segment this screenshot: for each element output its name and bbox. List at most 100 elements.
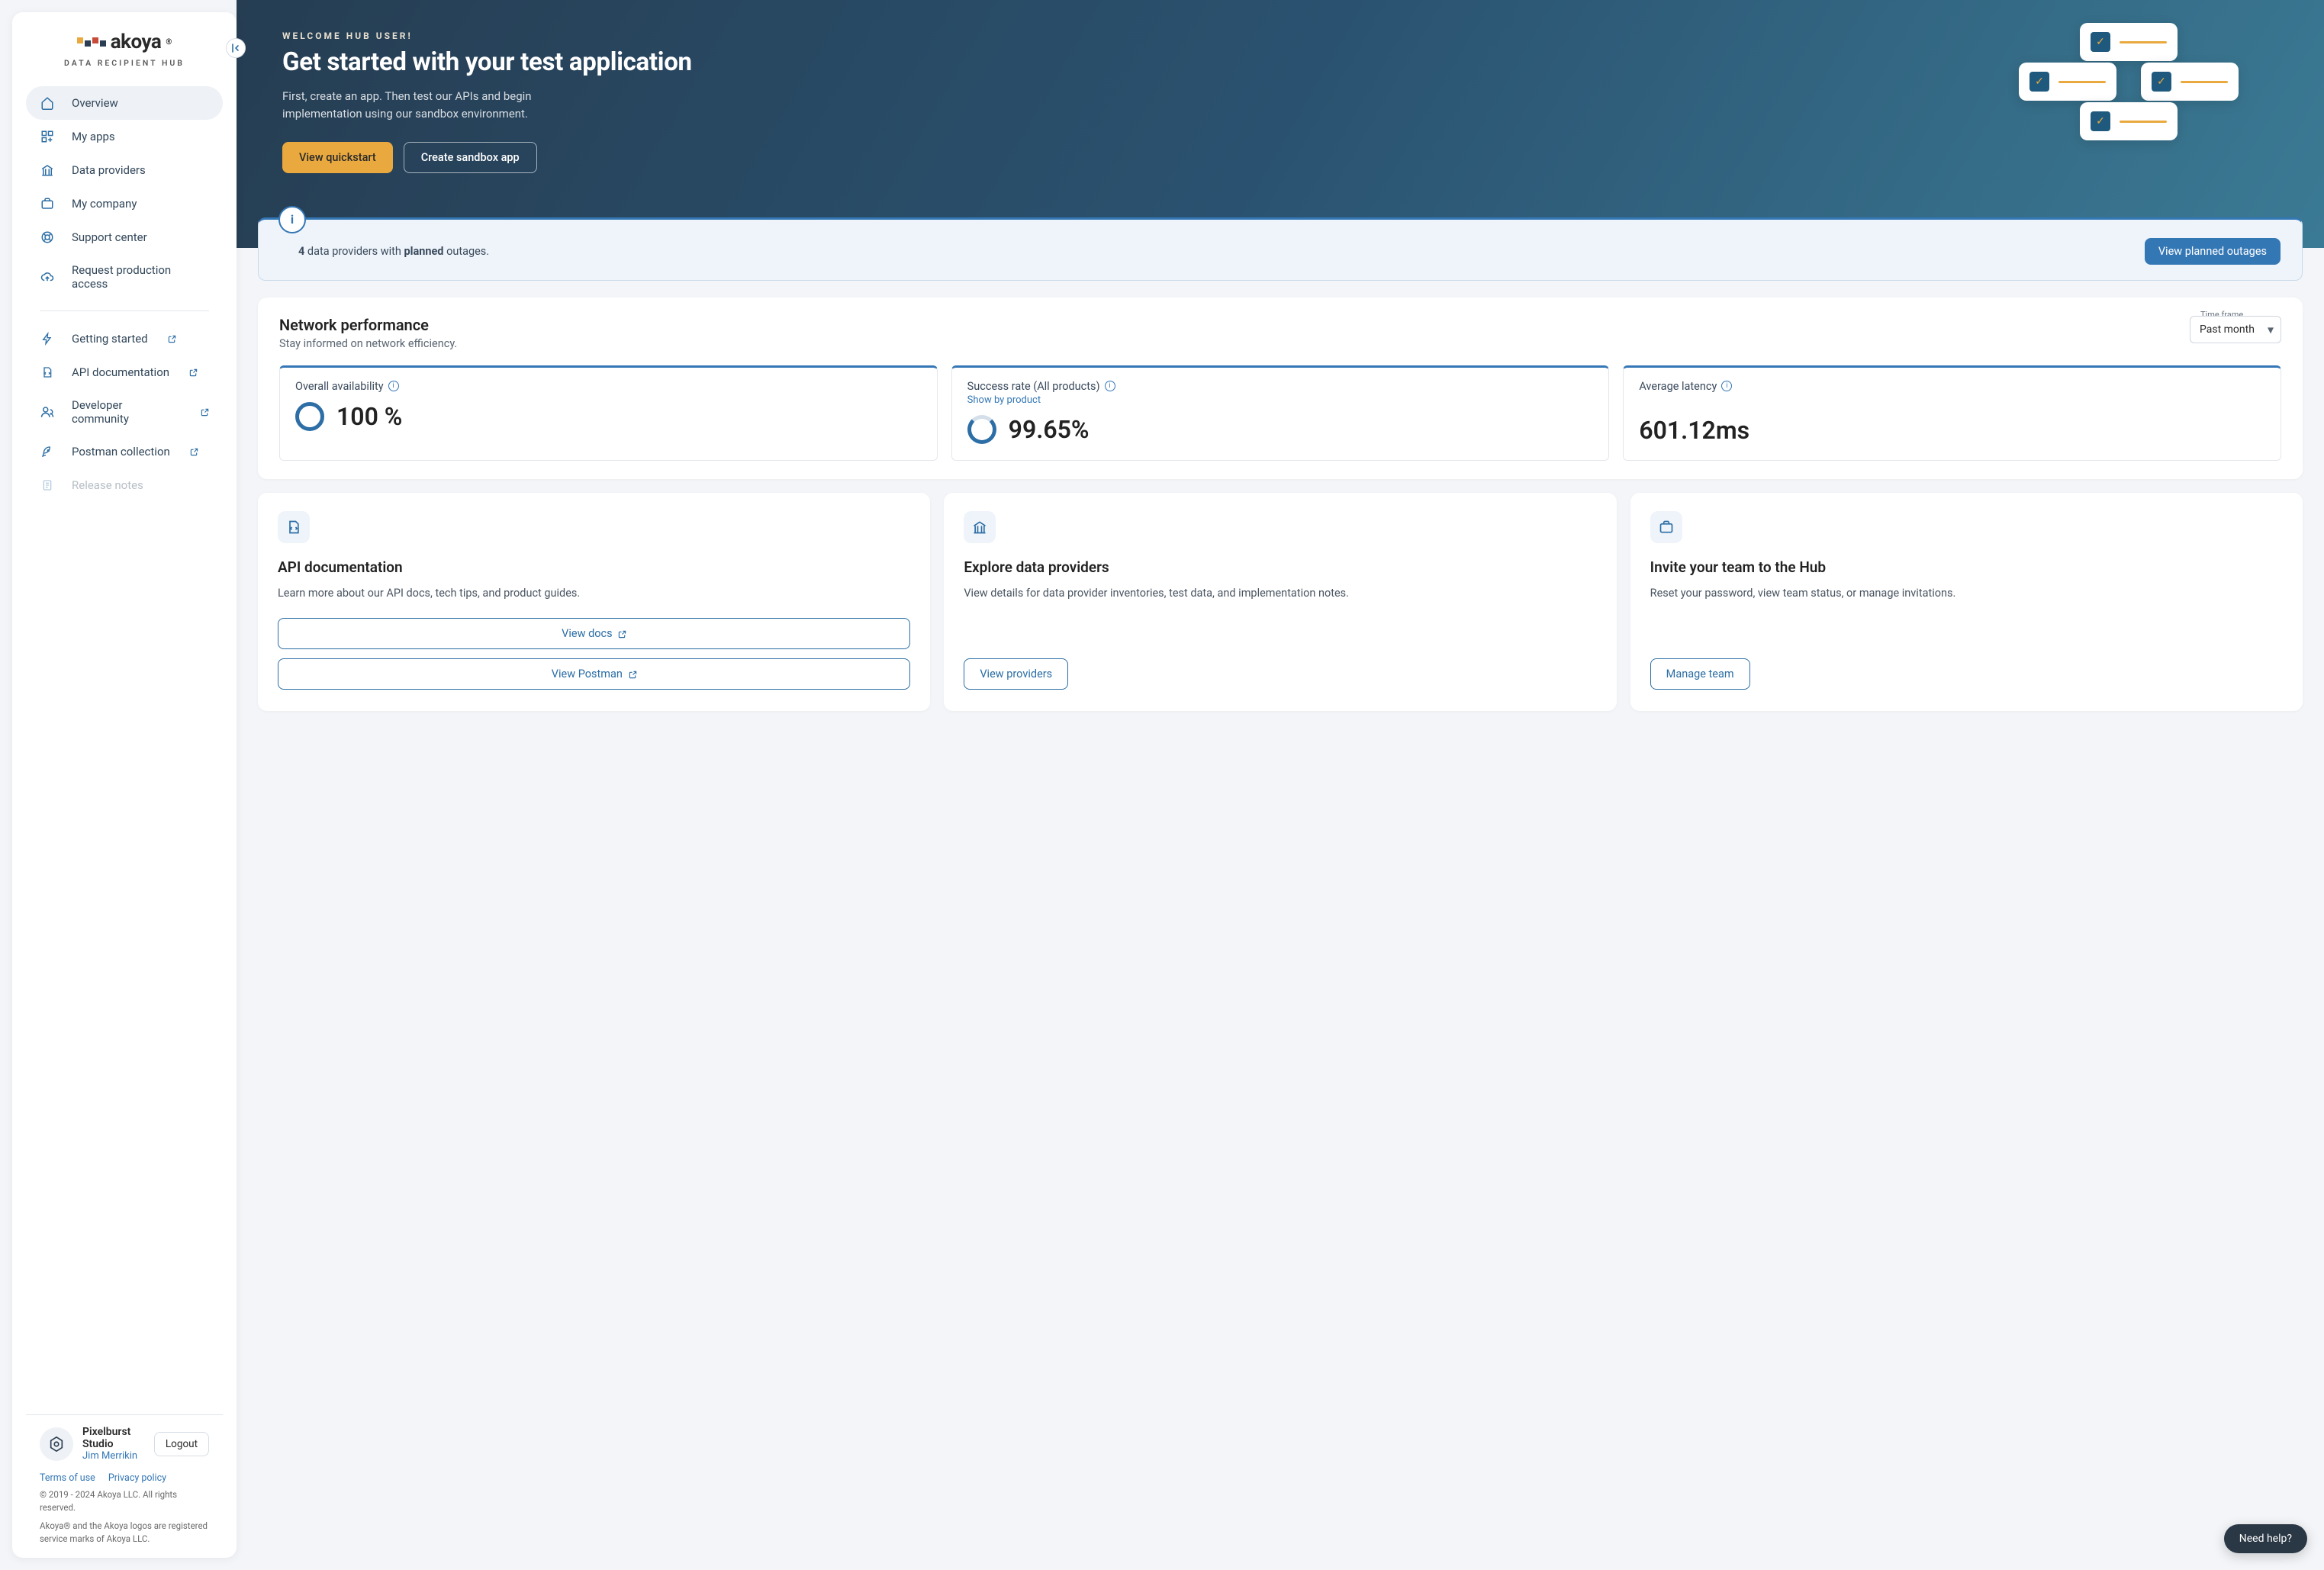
sidebar-item-label: API documentation: [72, 365, 169, 379]
metric-label: Average latency: [1639, 380, 1717, 393]
briefcase-icon: [1650, 511, 1682, 543]
home-icon: [40, 95, 55, 111]
sidebar-item-label: Support center: [72, 230, 147, 244]
hero: WELCOME HUB USER! Get started with your …: [237, 0, 2324, 248]
sidebar-item-dev-community[interactable]: Developer community: [26, 389, 223, 435]
hero-body: First, create an app. Then test our APIs…: [282, 88, 610, 124]
briefcase-icon: [40, 196, 55, 211]
outage-banner: i 4 data providers with planned outages.…: [258, 217, 2303, 281]
cloud-upload-icon: [40, 269, 55, 285]
apps-icon: [40, 129, 55, 144]
footer-links: Terms of use Privacy policy: [12, 1462, 237, 1484]
sidebar-item-label: Overview: [72, 96, 118, 110]
sidebar-item-label: Developer community: [72, 398, 181, 426]
external-link-icon: [201, 408, 209, 417]
sidebar-item-data-providers[interactable]: Data providers: [26, 153, 223, 187]
sidebar-item-label: Request production access: [72, 263, 209, 291]
collapse-sidebar-button[interactable]: [226, 38, 246, 58]
rocket-icon: [40, 444, 55, 459]
users-icon: [40, 404, 55, 420]
logout-button[interactable]: Logout: [154, 1432, 209, 1456]
logo-text: akoya: [111, 31, 162, 53]
manage-team-button[interactable]: Manage team: [1650, 658, 1750, 690]
footer-trademark: Akoya® and the Akoya logos are registere…: [12, 1515, 237, 1546]
panel-title: Network performance: [279, 316, 457, 334]
divider: [40, 310, 209, 311]
card-title: Explore data providers: [964, 558, 1596, 576]
create-sandbox-button[interactable]: Create sandbox app: [404, 142, 537, 173]
metric-label: Success rate (All products): [967, 380, 1100, 393]
metric-value: 99.65%: [1009, 415, 1090, 444]
view-providers-button[interactable]: View providers: [964, 658, 1068, 690]
footer-copyright: © 2019 - 2024 Akoya LLC. All rights rese…: [12, 1484, 237, 1515]
view-quickstart-button[interactable]: View quickstart: [282, 142, 393, 173]
card-invite-team: Invite your team to the Hub Reset your p…: [1630, 493, 2303, 712]
show-by-product-link[interactable]: Show by product: [967, 394, 1594, 406]
metric-label: Overall availability: [295, 380, 384, 393]
sidebar-item-my-company[interactable]: My company: [26, 187, 223, 220]
card-desc: View details for data provider inventori…: [964, 585, 1596, 642]
terms-link[interactable]: Terms of use: [40, 1472, 95, 1484]
hero-graphic: ✓ ✓ ✓ ✓: [2004, 15, 2278, 183]
sidebar-item-getting-started[interactable]: Getting started: [26, 322, 223, 356]
check-icon: ✓: [2091, 111, 2110, 131]
card-title: API documentation: [278, 558, 910, 576]
metric-value: 100 %: [336, 402, 402, 431]
logo-subtitle: DATA RECIPIENT HUB: [34, 58, 215, 68]
card-api-docs: API documentation Learn more about our A…: [258, 493, 930, 712]
external-link-icon: [190, 448, 198, 456]
sidebar-item-label: Data providers: [72, 163, 146, 177]
card-desc: Reset your password, view team status, o…: [1650, 585, 2283, 642]
view-planned-outages-button[interactable]: View planned outages: [2145, 238, 2281, 265]
sidebar-item-release-notes[interactable]: Release notes: [26, 468, 223, 502]
document-icon: [278, 511, 310, 543]
sidebar-item-api-docs[interactable]: API documentation: [26, 356, 223, 389]
sidebar-item-my-apps[interactable]: My apps: [26, 120, 223, 153]
bolt-icon: [40, 331, 55, 346]
metric-success-rate: Success rate (All products) i Show by pro…: [951, 365, 1610, 461]
privacy-link[interactable]: Privacy policy: [108, 1472, 166, 1484]
banner-text: 4 data providers with planned outages.: [298, 245, 489, 258]
main: WELCOME HUB USER! Get started with your …: [237, 0, 2324, 1570]
sidebar-item-label: My company: [72, 197, 137, 211]
sidebar-item-overview[interactable]: Overview: [26, 86, 223, 120]
sidebar-item-support-center[interactable]: Support center: [26, 220, 223, 254]
check-icon: ✓: [2091, 32, 2110, 52]
panel-subtitle: Stay informed on network efficiency.: [279, 337, 457, 350]
info-icon[interactable]: i: [1105, 381, 1115, 391]
card-desc: Learn more about our API docs, tech tips…: [278, 585, 910, 602]
info-icon: i: [278, 206, 306, 233]
user-name[interactable]: Jim Merrikin: [82, 1450, 145, 1462]
sidebar-item-label: My apps: [72, 130, 115, 143]
metric-value: 601.12ms: [1639, 416, 1749, 445]
bank-icon: [964, 511, 996, 543]
check-icon: ✓: [2029, 72, 2049, 92]
info-icon[interactable]: i: [388, 381, 399, 391]
ring-icon: [295, 402, 324, 431]
sidebar-item-request-production[interactable]: Request production access: [26, 254, 223, 300]
need-help-button[interactable]: Need help?: [2224, 1524, 2307, 1553]
document-icon: [40, 365, 55, 380]
hero-title: Get started with your test application: [282, 47, 931, 77]
sidebar-item-postman[interactable]: Postman collection: [26, 435, 223, 468]
user-block: Pixelburst Studio Jim Merrikin Logout: [26, 1414, 223, 1462]
view-docs-button[interactable]: View docs: [278, 618, 910, 649]
logo: akoya® DATA RECIPIENT HUB: [12, 31, 237, 86]
notes-icon: [40, 478, 55, 493]
ring-icon: [967, 415, 996, 444]
metric-latency: Average latency i 601.12ms: [1623, 365, 2281, 461]
sidebar-item-label: Getting started: [72, 332, 148, 346]
user-company: Pixelburst Studio: [82, 1426, 145, 1450]
sidebar: akoya® DATA RECIPIENT HUB Overview My ap…: [12, 12, 237, 1558]
welcome-text: WELCOME HUB USER!: [282, 31, 931, 41]
card-data-providers: Explore data providers View details for …: [944, 493, 1616, 712]
sidebar-item-label: Release notes: [72, 478, 143, 492]
bank-icon: [40, 162, 55, 178]
external-link-icon: [168, 335, 176, 343]
info-icon[interactable]: i: [1721, 381, 1732, 391]
metric-availability: Overall availability i 100 %: [279, 365, 938, 461]
sidebar-item-label: Postman collection: [72, 445, 170, 458]
timeframe-select[interactable]: Past month: [2190, 316, 2281, 343]
view-postman-button[interactable]: View Postman: [278, 658, 910, 690]
avatar: [40, 1427, 73, 1461]
